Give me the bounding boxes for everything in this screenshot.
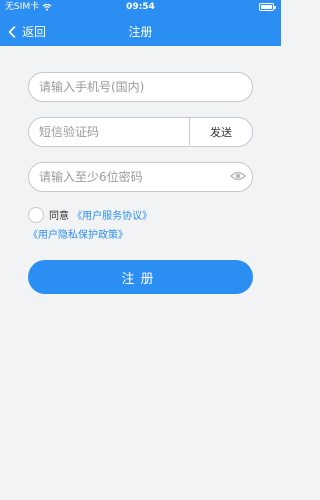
user-agreement-link[interactable]: 《用户服务协议》 <box>72 211 152 222</box>
phone-field[interactable] <box>28 72 253 102</box>
sms-code-field[interactable]: 发送 <box>28 117 253 147</box>
status-bar: 无SIM卡 09:54 <box>0 0 281 14</box>
phone-input[interactable] <box>39 73 219 100</box>
send-code-button[interactable]: 发送 <box>189 118 252 145</box>
register-button[interactable]: 注册 <box>28 260 253 294</box>
eye-icon[interactable] <box>230 170 246 182</box>
agree-radio[interactable] <box>28 207 44 223</box>
agree-prefix: 同意 <box>49 211 69 222</box>
status-time: 09:54 <box>126 2 155 12</box>
header: 无SIM卡 09:54 返回 注册 <box>0 0 281 46</box>
page-title: 注册 <box>128 25 153 39</box>
battery-icon <box>259 3 276 11</box>
navbar: 返回 注册 <box>0 18 281 46</box>
privacy-policy-link[interactable]: 《用户隐私保护政策》 <box>28 230 128 241</box>
agreement: 同意 《用户服务协议》 《用户隐私保护政策》 <box>28 207 253 245</box>
sms-code-input[interactable] <box>39 118 149 145</box>
password-field[interactable] <box>28 162 253 192</box>
password-input[interactable] <box>39 163 219 190</box>
